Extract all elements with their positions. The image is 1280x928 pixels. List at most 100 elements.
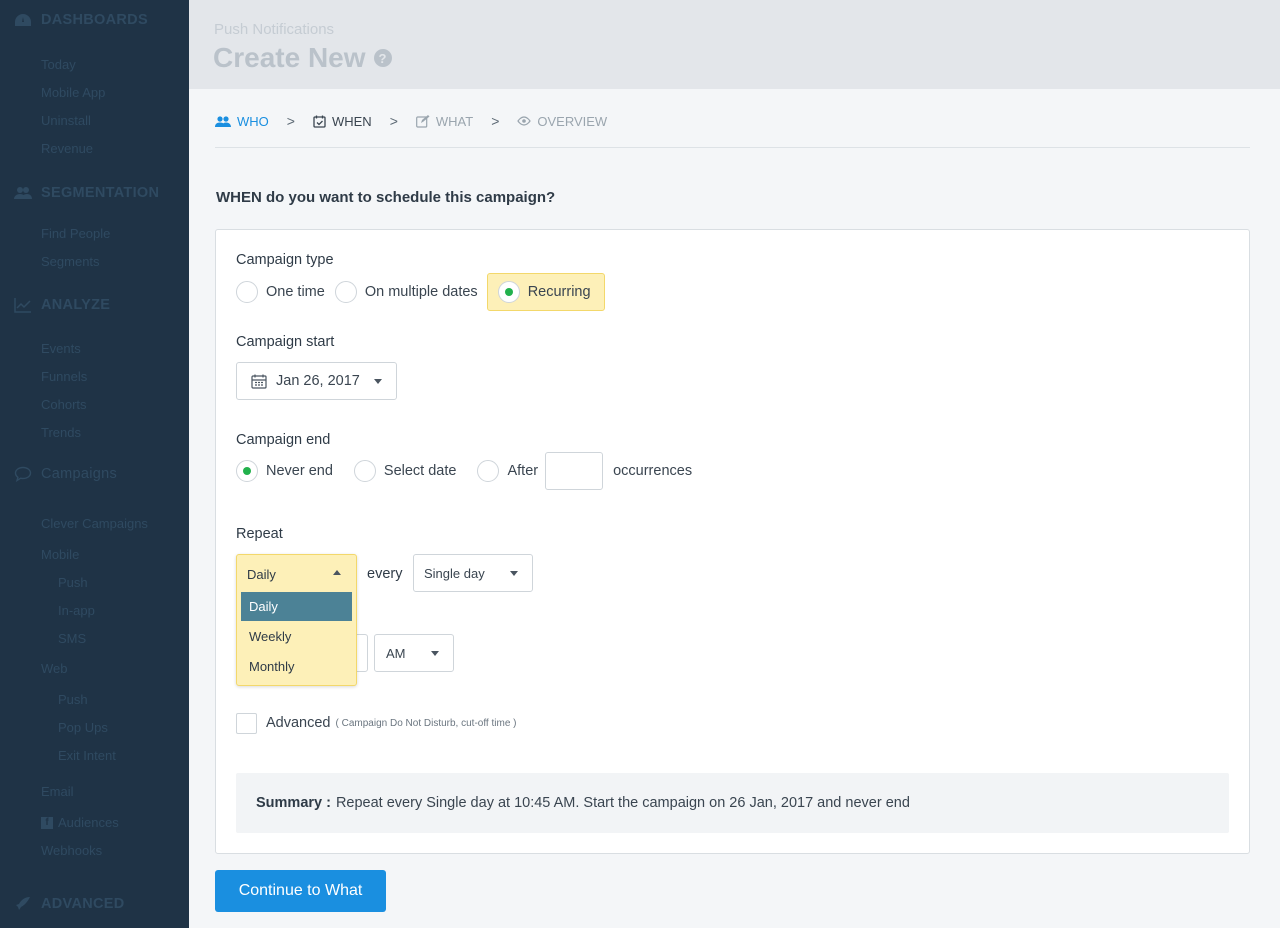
campaign-end-after[interactable]: After (477, 460, 538, 482)
sidebar-section-label: Campaigns (41, 466, 118, 482)
radio-button[interactable] (477, 460, 500, 482)
sidebar-item-events[interactable]: Events (41, 341, 81, 356)
edit-icon (415, 114, 430, 128)
sidebar-item-email[interactable]: Email (41, 784, 74, 799)
summary-box: Summary : Repeat every Single day at 10:… (236, 773, 1229, 833)
sidebar-item-exit-intent[interactable]: Exit Intent (58, 748, 116, 763)
sidebar-item-pop-ups[interactable]: Pop Ups (58, 720, 108, 735)
help-icon[interactable]: ? (373, 49, 392, 67)
step-who[interactable]: WHO (215, 114, 269, 129)
sidebar-item-mobile-push[interactable]: Push (58, 575, 88, 590)
sidebar-item-trends[interactable]: Trends (41, 425, 81, 440)
sidebar-section-campaigns[interactable]: Campaigns (14, 465, 117, 483)
sidebar-section-segmentation[interactable]: SEGMENTATION (14, 184, 159, 202)
option-label: Select date (383, 463, 457, 479)
sidebar-item-webhooks[interactable]: Webhooks (41, 843, 102, 858)
campaign-end-never[interactable]: Never end (236, 460, 333, 482)
radio-button-selected[interactable] (497, 281, 520, 303)
date-value: Jan 26, 2017 (276, 373, 360, 389)
facebook-icon: f (41, 816, 53, 829)
sidebar-item-in-app[interactable]: In-app (58, 603, 95, 618)
chevron-down-icon (431, 650, 439, 656)
dropdown-option-daily[interactable]: Daily (241, 592, 352, 621)
option-label: After (507, 463, 539, 479)
sidebar-section-label: SEGMENTATION (41, 185, 160, 201)
every-label: every (367, 566, 403, 582)
section-question: WHEN do you want to schedule this campai… (216, 189, 556, 206)
sidebar-section-analyze[interactable]: ANALYZE (14, 296, 110, 314)
sidebar-section-advanced[interactable]: ADVANCED (14, 895, 125, 913)
sidebar-item-label: Audiences (58, 815, 119, 830)
step-separator: > (286, 113, 295, 129)
radio-button[interactable] (236, 281, 258, 303)
step-label: WHEN (331, 113, 372, 129)
sidebar: DASHBOARDS Today Mobile App Uninstall Re… (0, 0, 189, 928)
occurrences-label: occurrences (613, 463, 693, 479)
radio-button[interactable] (334, 281, 357, 303)
sidebar-item-find-people[interactable]: Find People (41, 226, 110, 241)
step-overview[interactable]: OVERVIEW (517, 114, 607, 129)
continue-button[interactable]: Continue to What (215, 870, 386, 912)
sidebar-item-cohorts[interactable]: Cohorts (41, 397, 87, 412)
campaign-end-label: Campaign end (236, 432, 331, 448)
sidebar-item-uninstall[interactable]: Uninstall (41, 113, 91, 128)
campaign-start-label: Campaign start (236, 334, 335, 350)
advanced-toggle[interactable]: Advanced ( Campaign Do Not Disturb, cut-… (236, 712, 517, 734)
repeat-every-select[interactable]: Single day (413, 554, 533, 592)
eye-icon (517, 116, 532, 126)
calendar-check-icon (313, 115, 326, 128)
sidebar-item-funnels[interactable]: Funnels (41, 369, 87, 384)
repeat-label: Repeat (236, 526, 283, 542)
sidebar-item-web[interactable]: Web (41, 661, 68, 676)
campaign-type-group: One time On multiple dates Recurring (236, 273, 605, 311)
summary-text: Repeat every Single day at 10:45 AM. Sta… (335, 795, 910, 811)
select-value: AM (386, 645, 406, 661)
breadcrumb[interactable]: Push Notifications (214, 21, 334, 38)
repeat-frequency-dropdown[interactable]: Daily Daily Weekly Monthly (236, 554, 357, 686)
time-ampm-select[interactable]: AM (374, 634, 454, 672)
radio-button[interactable] (353, 460, 376, 482)
chart-line-icon (14, 296, 32, 314)
sidebar-item-web-push[interactable]: Push (58, 692, 88, 707)
sidebar-item-segments[interactable]: Segments (41, 254, 100, 269)
chevron-up-icon (333, 570, 341, 575)
campaign-type-one-time[interactable]: One time (236, 281, 325, 303)
sidebar-item-revenue[interactable]: Revenue (41, 141, 93, 156)
radio-button-selected[interactable] (236, 460, 258, 482)
option-label: Never end (266, 463, 333, 479)
sidebar-section-label: DASHBOARDS (41, 12, 148, 28)
sidebar-item-clever-campaigns[interactable]: Clever Campaigns (41, 516, 148, 531)
campaign-start-date-picker[interactable]: Jan 26, 2017 (236, 362, 397, 400)
calendar-icon (251, 374, 267, 389)
sidebar-item-sms[interactable]: SMS (58, 631, 86, 646)
sidebar-item-audiences[interactable]: f Audiences (41, 815, 119, 830)
campaign-end-select-date[interactable]: Select date (353, 460, 457, 482)
dropdown-option-monthly[interactable]: Monthly (241, 652, 352, 681)
dropdown-option-weekly[interactable]: Weekly (241, 622, 352, 651)
page-header: Push Notifications Create New ? (189, 0, 1280, 89)
step-separator: > (491, 113, 500, 129)
sidebar-section-dashboards[interactable]: DASHBOARDS (14, 11, 148, 29)
schedule-card (215, 229, 1250, 854)
rocket-icon (14, 895, 32, 913)
step-separator: > (389, 113, 398, 129)
users-icon (215, 115, 231, 128)
campaign-type-multiple-dates[interactable]: On multiple dates (334, 281, 478, 303)
select-value: Daily (247, 567, 276, 582)
step-what[interactable]: WHAT (415, 114, 473, 129)
sidebar-item-today[interactable]: Today (41, 57, 76, 72)
advanced-checkbox[interactable] (236, 712, 257, 734)
occurrences-input[interactable] (545, 452, 604, 490)
wizard-steps: WHO > WHEN > WHAT > OVERVIEW (215, 113, 607, 129)
sidebar-item-mobile-app[interactable]: Mobile App (41, 85, 105, 100)
users-icon (14, 184, 32, 202)
select-value: Single day (424, 565, 485, 581)
option-label: On multiple dates (364, 284, 478, 300)
sidebar-section-label: ADVANCED (41, 896, 125, 912)
step-when[interactable]: WHEN (313, 114, 372, 129)
chevron-down-icon (510, 570, 518, 576)
option-label: Recurring (527, 284, 591, 300)
sidebar-item-mobile[interactable]: Mobile (41, 547, 79, 562)
campaign-type-recurring[interactable]: Recurring (486, 273, 605, 311)
option-label: One time (266, 284, 325, 300)
